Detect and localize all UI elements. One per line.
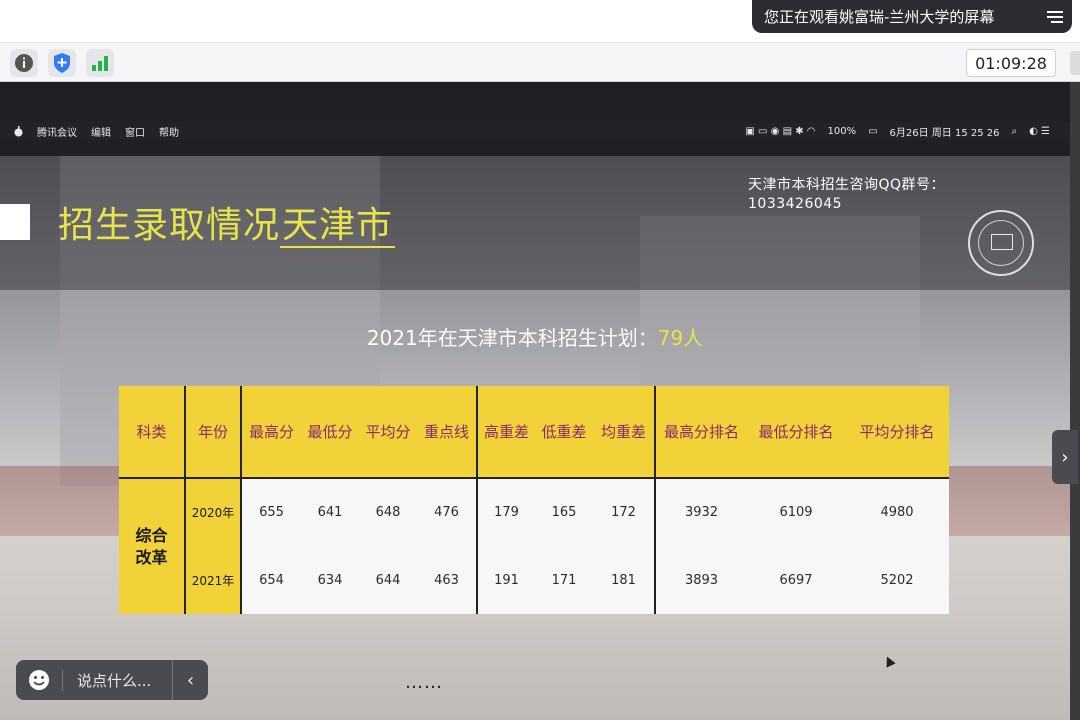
- value-cell: 655: [240, 478, 301, 546]
- meeting-toolbar: 01:09:28: [0, 42, 1080, 82]
- shield-icon[interactable]: [48, 49, 76, 77]
- app-window: 您正在观看姚富瑞-兰州大学的屏幕 01:09:28 腾讯会议 编辑 窗口 帮助 …: [0, 0, 1080, 720]
- year-cell: 2021年: [184, 546, 241, 614]
- value-cell: 641: [301, 478, 359, 546]
- signal-strength-icon[interactable]: [86, 49, 114, 77]
- value-cell: 4980: [845, 478, 949, 546]
- screen-share-banner[interactable]: 您正在观看姚富瑞-兰州大学的屏幕: [752, 0, 1072, 33]
- table-row: 综合改革 2020年 655 641 648 476 179 165 172 3…: [119, 478, 949, 614]
- value-cell: 644: [359, 546, 417, 614]
- top-banner: 您正在观看姚富瑞-兰州大学的屏幕: [0, 0, 1080, 42]
- value-cell: 6697: [747, 546, 845, 614]
- header-year: 年份: [184, 386, 241, 479]
- qq-group-number: 1033426045: [748, 196, 843, 212]
- meeting-timer: 01:09:28: [966, 49, 1056, 77]
- slide-dots: ……: [405, 672, 443, 693]
- enrollment-plan: 2021年在天津市本科招生计划：79人: [0, 322, 1070, 351]
- value-cell: 165: [535, 478, 593, 546]
- header-max-diff: 高重差: [476, 386, 535, 479]
- value-cell: 634: [301, 546, 359, 614]
- value-cell: 3893: [654, 546, 747, 614]
- header-min-rank: 最低分排名: [747, 386, 845, 479]
- qq-group-label: 天津市本科招生咨询QQ群号：: [748, 177, 946, 193]
- value-cell: 5202: [845, 546, 949, 614]
- plan-number: 79人: [657, 326, 704, 350]
- plan-text: 2021年在天津市本科招生计划：: [366, 326, 658, 350]
- menubar-datetime: 6月26日 周日 15 25 26: [889, 127, 1000, 139]
- value-cell: 3932: [654, 478, 747, 546]
- category-cell: 综合改革: [119, 478, 185, 614]
- control-center-icon: ◐ ☰: [1029, 125, 1050, 137]
- apple-icon: [14, 125, 23, 136]
- search-icon: ⌕: [1011, 125, 1018, 137]
- emoji-icon[interactable]: [16, 660, 62, 700]
- value-cell: 181: [593, 546, 655, 614]
- menu-item-edit: 编辑: [91, 127, 111, 139]
- table-row: 2021年 654 634 644 463 191 171 181 3893 6…: [119, 546, 949, 614]
- chat-bar[interactable]: 说点什么... ‹: [16, 660, 208, 700]
- list-icon[interactable]: [1038, 0, 1072, 33]
- university-logo-icon: [968, 210, 1034, 276]
- menu-item-window: 窗口: [125, 127, 145, 139]
- menu-item-app: 腾讯会议: [37, 127, 77, 139]
- slide-title-prefix: 招生录取情况: [58, 205, 281, 246]
- shared-screen-top: [0, 82, 1070, 156]
- header-min-score: 最低分: [301, 386, 359, 479]
- status-icons: ▣ ▭ ◉ ▤ ✱ ◠: [745, 125, 816, 137]
- chevron-left-icon[interactable]: ‹: [172, 660, 208, 700]
- header-min-diff: 低重差: [535, 386, 593, 479]
- title-marker: [0, 204, 30, 240]
- slide-title: 招生录取情况天津市: [58, 196, 396, 248]
- value-cell: 171: [535, 546, 593, 614]
- table-header-row: 科类 年份 最高分 最低分 平均分 重点线 高重差 低重差 均重差 最高分排名 …: [119, 386, 949, 479]
- value-cell: 648: [359, 478, 417, 546]
- presentation-slide: 招生录取情况天津市 天津市本科招生咨询QQ群号： 1033426045 2021…: [0, 156, 1070, 720]
- category-text: 综合改革: [135, 525, 168, 567]
- chevron-right-icon[interactable]: ›: [1052, 430, 1078, 484]
- shared-screen: 腾讯会议 编辑 窗口 帮助 ▣ ▭ ◉ ▤ ✱ ◠ 100% ▭ 6月26日 周…: [0, 82, 1080, 720]
- value-cell: 172: [593, 478, 655, 546]
- logo-building: [991, 234, 1013, 250]
- header-max-score: 最高分: [240, 386, 301, 479]
- value-cell: 463: [417, 546, 477, 614]
- value-cell: 191: [476, 546, 535, 614]
- year-cell: 2020年: [184, 478, 241, 546]
- value-cell: 476: [417, 478, 477, 546]
- mac-menubar: 腾讯会议 编辑 窗口 帮助 ▣ ▭ ◉ ▤ ✱ ◠ 100% ▭ 6月26日 周…: [0, 122, 1070, 140]
- qq-group-info: 天津市本科招生咨询QQ群号： 1033426045: [748, 176, 945, 214]
- slide-title-city: 天津市: [280, 205, 396, 248]
- header-avg-diff: 均重差: [593, 386, 655, 479]
- value-cell: 654: [240, 546, 301, 614]
- battery-icon: ▭: [868, 125, 878, 137]
- battery-level: 100%: [827, 125, 857, 137]
- share-banner-text: 您正在观看姚富瑞-兰州大学的屏幕: [764, 8, 995, 26]
- menu-item-help: 帮助: [159, 127, 179, 139]
- header-avg-rank: 平均分排名: [845, 386, 949, 479]
- admission-table: 科类 年份 最高分 最低分 平均分 重点线 高重差 低重差 均重差 最高分排名 …: [119, 386, 949, 614]
- info-icon[interactable]: [10, 49, 38, 77]
- value-cell: 179: [476, 478, 535, 546]
- header-key-line: 重点线: [417, 386, 477, 479]
- header-max-rank: 最高分排名: [654, 386, 747, 479]
- header-category: 科类: [119, 386, 185, 479]
- chat-input[interactable]: 说点什么...: [62, 669, 172, 691]
- value-cell: 6109: [747, 478, 845, 546]
- collapse-tab[interactable]: [1070, 51, 1080, 75]
- header-avg-score: 平均分: [359, 386, 417, 479]
